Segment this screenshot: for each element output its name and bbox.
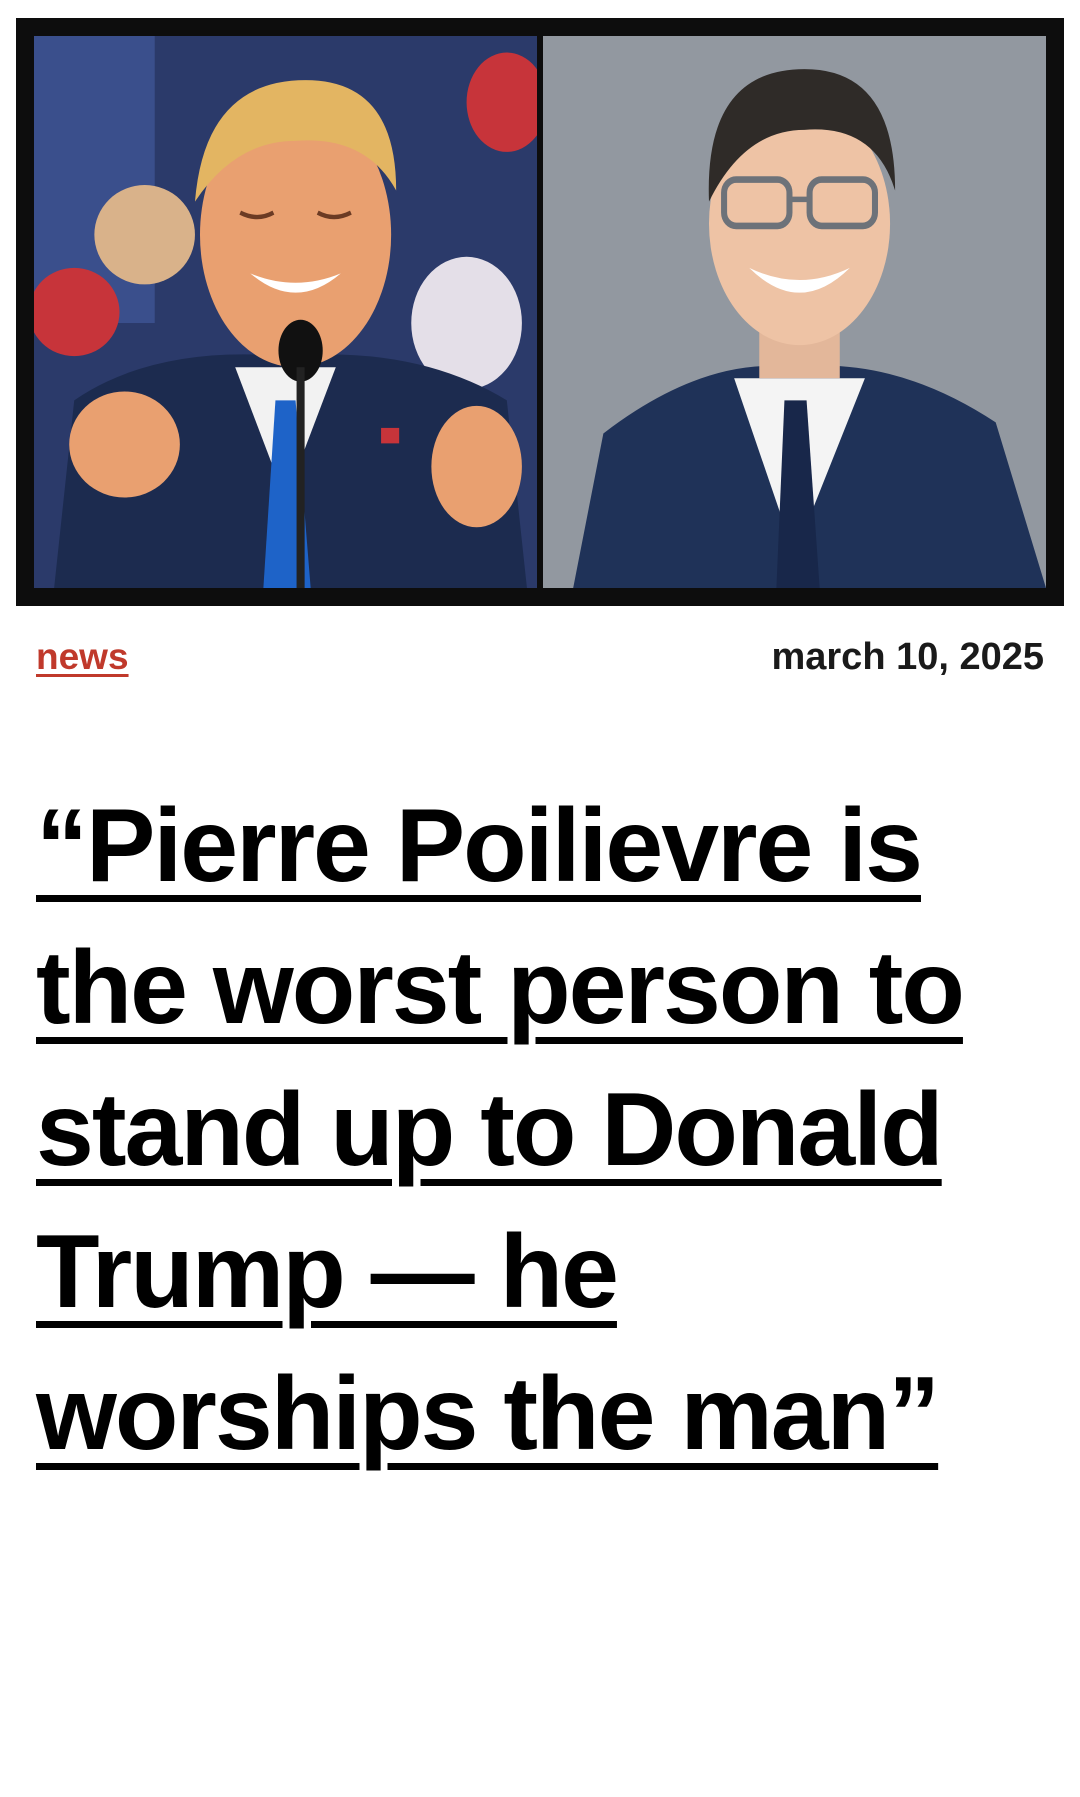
- left-photo: [34, 36, 537, 588]
- article-meta: news march 10, 2025: [36, 632, 1044, 682]
- category-link[interactable]: news: [36, 636, 129, 678]
- publish-date: march 10, 2025: [771, 635, 1044, 678]
- right-photo: [543, 36, 1046, 588]
- headline-link[interactable]: “Pierre Poilievre is the worst person to…: [36, 788, 965, 1472]
- article-headline: “Pierre Poilievre is the worst person to…: [36, 775, 996, 1485]
- hero-image[interactable]: [16, 18, 1064, 606]
